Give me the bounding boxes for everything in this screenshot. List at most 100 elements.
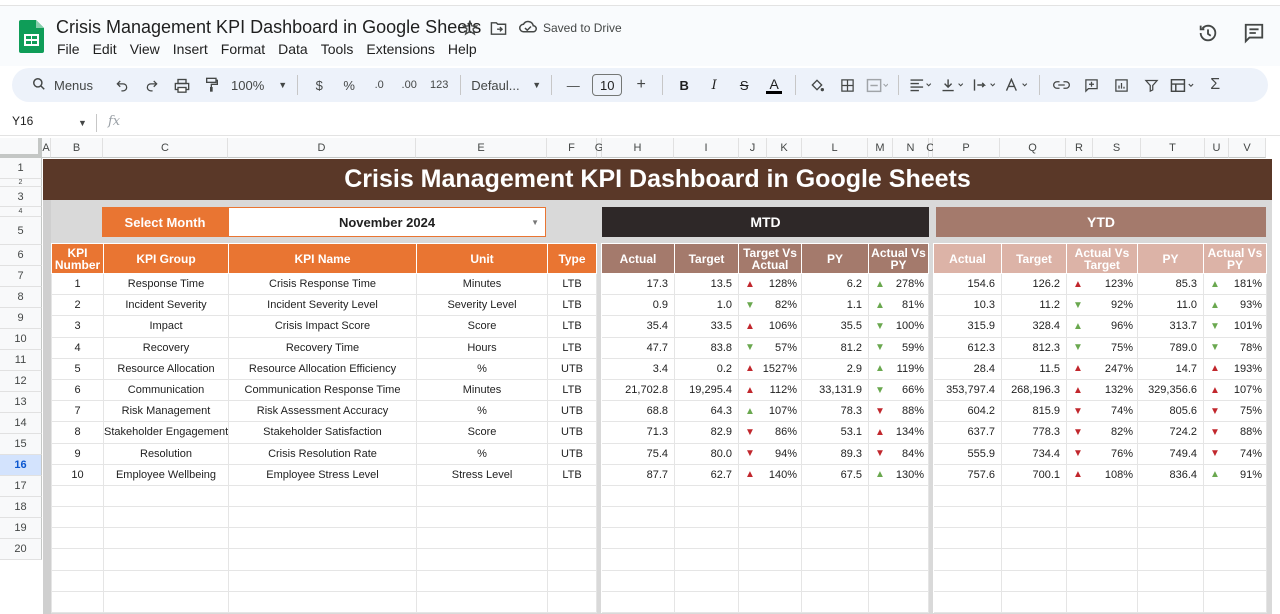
spreadsheet-grid[interactable]: ABCDEFGHIJKLMNOPQRSTUV 1 2 3 4 5 6 7 8 9 10 11 12 13… [0, 138, 1280, 614]
row-header[interactable]: 18 [0, 497, 42, 518]
row-header[interactable]: 12 [0, 371, 42, 392]
column-header[interactable]: B [51, 138, 103, 158]
month-dropdown[interactable]: November 2024 ▼ [228, 207, 546, 237]
empty-cell[interactable] [868, 485, 929, 508]
row-header[interactable]: 1 [0, 158, 42, 179]
ytd-target[interactable]: 11.5 [1001, 358, 1067, 380]
mtd-py[interactable]: 33,131.9 [801, 379, 869, 402]
ytd-target[interactable]: 268,196.3 [1001, 379, 1067, 402]
kpi-group[interactable]: Incident Severity [103, 294, 229, 317]
empty-cell[interactable] [674, 591, 739, 614]
row-header[interactable]: 20 [0, 539, 42, 560]
empty-cell[interactable] [1137, 506, 1204, 529]
kpi-unit[interactable]: Score [416, 315, 548, 338]
empty-cell[interactable] [1137, 527, 1204, 550]
kpi-type[interactable]: UTB [547, 421, 597, 444]
kpi-unit[interactable]: Stress Level [416, 464, 548, 486]
empty-cell[interactable] [933, 591, 1002, 614]
ytd-target[interactable]: 328.4 [1001, 315, 1067, 338]
kpi-number[interactable]: 3 [51, 315, 104, 338]
empty-cell[interactable] [1001, 506, 1067, 529]
kpi-unit[interactable]: % [416, 400, 548, 423]
increase-decimal-button[interactable]: .00 [398, 72, 420, 98]
column-header[interactable]: F [547, 138, 597, 158]
column-header[interactable]: A [42, 138, 51, 158]
column-header[interactable]: L [802, 138, 868, 158]
empty-cell[interactable] [738, 548, 802, 571]
ytd-target[interactable]: 815.9 [1001, 400, 1067, 423]
empty-cell[interactable] [416, 527, 548, 550]
empty-cell[interactable] [933, 527, 1002, 550]
mtd-target[interactable]: 13.5 [674, 273, 739, 296]
kpi-type[interactable]: UTB [547, 358, 597, 380]
italic-icon[interactable]: I [703, 72, 725, 98]
mtd-target[interactable]: 33.5 [674, 315, 739, 338]
kpi-type[interactable]: UTB [547, 443, 597, 465]
font-size-increase-button[interactable]: + [630, 72, 652, 98]
column-header[interactable]: P [933, 138, 1000, 158]
row-header[interactable]: 16 [0, 455, 42, 476]
menu-insert[interactable]: Insert [173, 41, 208, 57]
kpi-number[interactable]: 8 [51, 421, 104, 444]
empty-cell[interactable] [228, 548, 417, 571]
version-history-icon[interactable] [1197, 22, 1219, 49]
ytd-py[interactable]: 11.0 [1137, 294, 1204, 317]
undo-icon[interactable] [111, 72, 133, 98]
empty-cell[interactable] [868, 506, 929, 529]
ytd-actual[interactable]: 10.3 [933, 294, 1002, 317]
mtd-actual[interactable]: 35.4 [601, 315, 675, 338]
ytd-actual[interactable]: 555.9 [933, 443, 1002, 465]
row-header[interactable]: 4 [0, 207, 42, 217]
ytd-actual[interactable]: 154.6 [933, 273, 1002, 296]
empty-cell[interactable] [228, 591, 417, 614]
kpi-name[interactable]: Resource Allocation Efficiency [228, 358, 417, 380]
strikethrough-icon[interactable]: S [733, 72, 755, 98]
kpi-name[interactable]: Crisis Impact Score [228, 315, 417, 338]
row-header[interactable]: 7 [0, 266, 42, 287]
row-header[interactable]: 9 [0, 308, 42, 329]
column-header[interactable]: E [416, 138, 547, 158]
kpi-number[interactable]: 4 [51, 337, 104, 359]
search-menus[interactable]: Menus [26, 72, 99, 98]
column-header[interactable]: T [1141, 138, 1205, 158]
row-header[interactable]: 8 [0, 287, 42, 308]
print-icon[interactable] [171, 72, 193, 98]
empty-cell[interactable] [868, 591, 929, 614]
mtd-actual[interactable]: 75.4 [601, 443, 675, 465]
mtd-target[interactable]: 1.0 [674, 294, 739, 317]
ytd-py[interactable]: 329,356.6 [1137, 379, 1204, 402]
empty-cell[interactable] [416, 591, 548, 614]
empty-cell[interactable] [1137, 591, 1204, 614]
empty-cell[interactable] [1137, 485, 1204, 508]
kpi-number[interactable]: 5 [51, 358, 104, 380]
chevron-down-icon[interactable]: ▼ [531, 218, 539, 227]
percent-format-button[interactable]: % [338, 72, 360, 98]
empty-cell[interactable] [738, 485, 802, 508]
ytd-target[interactable]: 812.3 [1001, 337, 1067, 359]
kpi-group[interactable]: Employee Wellbeing [103, 464, 229, 486]
empty-cell[interactable] [601, 548, 675, 571]
bold-icon[interactable]: B [673, 72, 695, 98]
empty-cell[interactable] [933, 548, 1002, 571]
empty-cell[interactable] [674, 485, 739, 508]
horizontal-align-icon[interactable] [909, 72, 933, 98]
ytd-py[interactable]: 85.3 [1137, 273, 1204, 296]
empty-cell[interactable] [1203, 548, 1267, 571]
empty-cell[interactable] [801, 591, 869, 614]
empty-cell[interactable] [1001, 527, 1067, 550]
kpi-unit[interactable]: Score [416, 421, 548, 444]
menu-format[interactable]: Format [221, 41, 265, 57]
kpi-number[interactable]: 7 [51, 400, 104, 423]
ytd-target[interactable]: 778.3 [1001, 421, 1067, 444]
empty-cell[interactable] [868, 527, 929, 550]
ytd-py[interactable]: 724.2 [1137, 421, 1204, 444]
empty-cell[interactable] [601, 485, 675, 508]
empty-cell[interactable] [547, 506, 597, 529]
column-header[interactable]: J [739, 138, 767, 158]
empty-cell[interactable] [51, 485, 104, 508]
empty-cell[interactable] [601, 570, 675, 592]
row-header[interactable]: 10 [0, 329, 42, 350]
empty-cell[interactable] [103, 591, 229, 614]
filter-views-icon[interactable] [1170, 72, 1196, 98]
mtd-py[interactable]: 89.3 [801, 443, 869, 465]
